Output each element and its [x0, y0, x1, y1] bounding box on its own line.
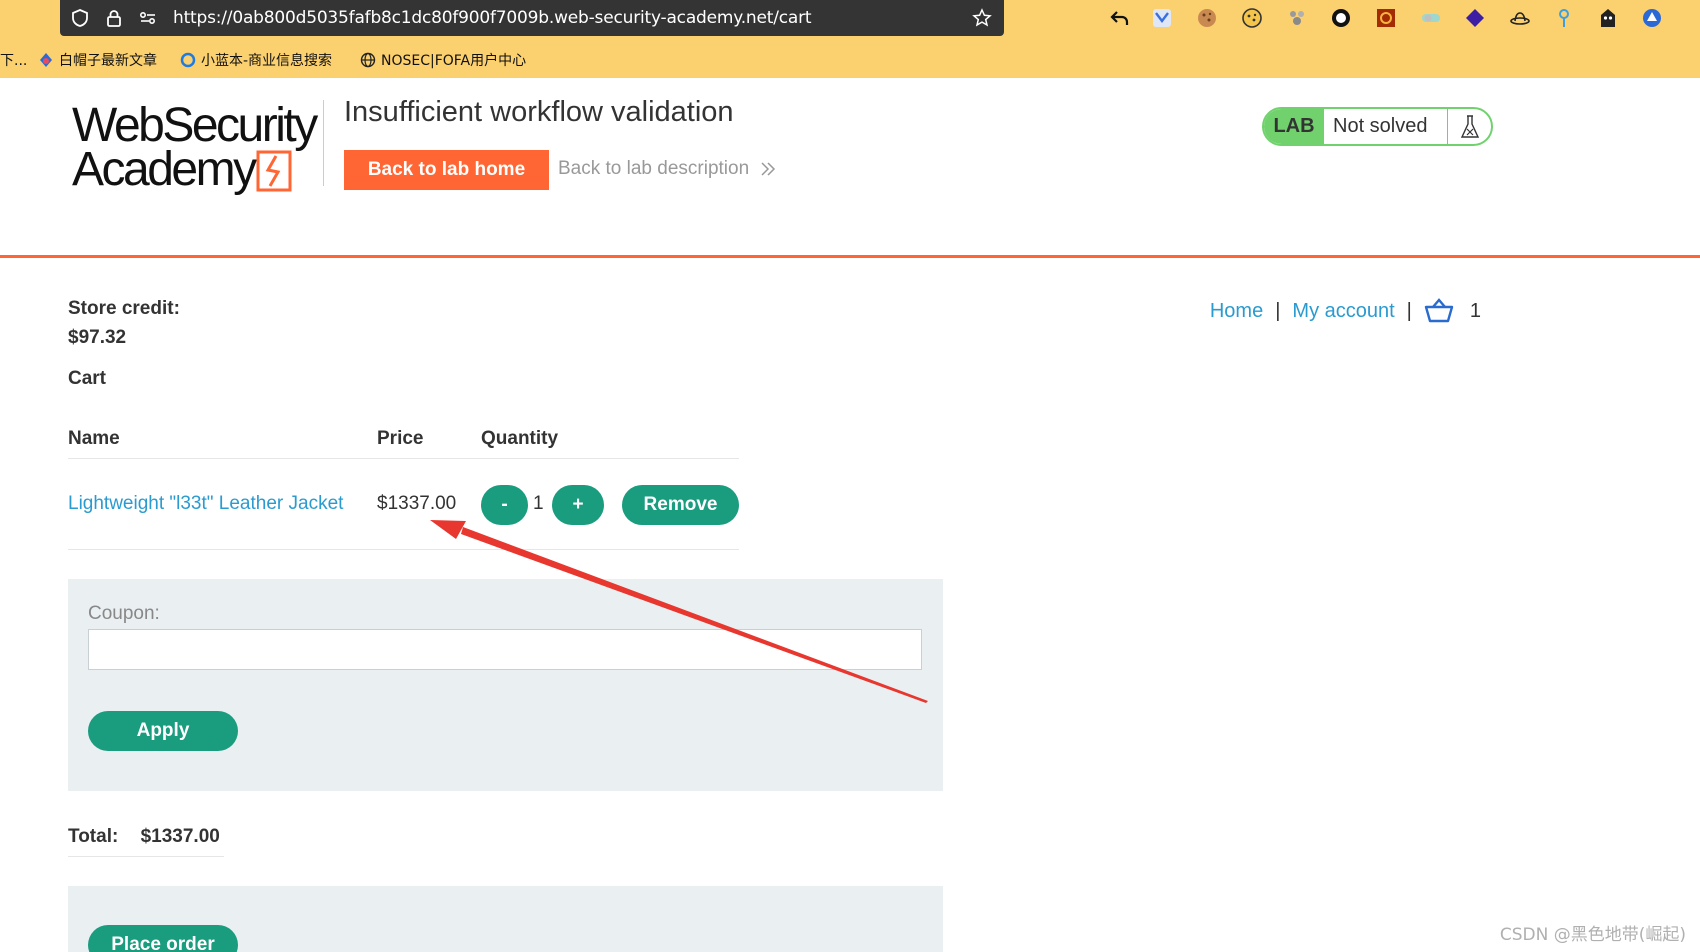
coupon-label: Coupon:: [88, 603, 160, 624]
circle-extension-icon[interactable]: [1329, 6, 1353, 30]
column-header-quantity: Quantity: [481, 428, 559, 449]
url-text[interactable]: https://0ab800d5035fafb8c1dc80f900f7009b…: [173, 8, 812, 28]
cart-count[interactable]: 1: [1470, 300, 1481, 323]
lock-icon[interactable]: [104, 8, 124, 28]
table-header-divider: [68, 458, 739, 459]
bookmark-label: 下...: [0, 53, 28, 69]
total-value: $1337.00: [140, 826, 220, 847]
account-extension-icon[interactable]: [1640, 6, 1664, 30]
order-total: Total: $1337.00: [68, 826, 220, 848]
nav-separator: |: [1406, 299, 1412, 322]
increment-quantity-button[interactable]: +: [552, 485, 604, 525]
lab-status-text: Not solved: [1324, 109, 1448, 144]
bookmark-label: NOSEC|FOFA用户中心: [381, 53, 527, 69]
column-header-name: Name: [68, 428, 120, 449]
lab-status-widget: LAB Not solved: [1262, 107, 1493, 146]
diamond-extension-icon[interactable]: [1463, 6, 1487, 30]
lab-title: Insufficient workflow validation: [344, 96, 734, 128]
back-to-lab-description-link[interactable]: Back to lab description: [558, 158, 777, 180]
extension-blue-icon[interactable]: [1150, 6, 1174, 30]
hacker-extension-icon[interactable]: [1596, 6, 1620, 30]
bookmark-star-icon[interactable]: [972, 8, 992, 28]
back-to-lab-home-button[interactable]: Back to lab home: [344, 150, 549, 190]
bookmark-item[interactable]: 白帽子最新文章: [38, 50, 157, 70]
browser-toolbar: https://0ab800d5035fafb8c1dc80f900f7009b…: [0, 0, 1700, 78]
globe-icon: [360, 52, 376, 68]
home-link[interactable]: Home: [1210, 300, 1263, 323]
product-price: $1337.00: [377, 493, 457, 514]
cart-basket-icon[interactable]: [1424, 298, 1454, 324]
remove-item-button[interactable]: Remove: [622, 485, 739, 525]
header-divider: [0, 255, 1700, 258]
place-order-button[interactable]: Place order: [88, 925, 238, 952]
table-row-divider: [68, 549, 739, 550]
search-favicon-icon: [180, 52, 196, 68]
permissions-icon[interactable]: [138, 8, 158, 28]
product-name-link[interactable]: Lightweight "l33t" Leather Jacket: [68, 493, 343, 515]
cart-heading: Cart: [68, 368, 107, 389]
top-nav: Home | My account | 1: [1210, 298, 1481, 324]
watermark: CSDN @黑色地带(崛起): [1499, 925, 1686, 945]
bookmark-label: 白帽子最新文章: [59, 53, 157, 69]
decrement-quantity-button[interactable]: -: [481, 485, 528, 525]
logo-separator: [323, 100, 324, 186]
coupon-panel: Coupon: Apply: [68, 579, 943, 791]
bookmark-item[interactable]: 小蓝本-商业信息搜索: [180, 50, 332, 70]
shield-icon[interactable]: [70, 8, 90, 28]
double-chevron-right-icon: [761, 162, 776, 176]
apply-coupon-button[interactable]: Apply: [88, 711, 238, 751]
pin-extension-icon[interactable]: [1552, 6, 1576, 30]
logo-mark-icon: [256, 150, 292, 192]
logo-line2: Academy: [72, 143, 257, 196]
column-header-price: Price: [377, 428, 424, 449]
back-to-lab-description-label: Back to lab description: [558, 158, 750, 179]
toggle-extension-icon[interactable]: [1419, 6, 1443, 30]
coupon-input[interactable]: [88, 629, 922, 670]
bookmark-item[interactable]: NOSEC|FOFA用户中心: [360, 50, 526, 70]
place-order-panel: Place order: [68, 886, 943, 952]
my-account-link[interactable]: My account: [1292, 300, 1394, 323]
store-credit-label: Store credit:: [68, 298, 180, 319]
nav-separator: |: [1275, 299, 1281, 322]
gear-extension-icon[interactable]: [1374, 6, 1398, 30]
flask-icon: [1448, 109, 1491, 144]
total-divider: [68, 856, 224, 857]
store-credit-value: $97.32: [68, 327, 127, 348]
product-quantity: 1: [533, 493, 544, 514]
lab-badge: LAB: [1264, 109, 1324, 144]
cookie-editor-icon[interactable]: [1240, 6, 1264, 30]
hat-extension-icon[interactable]: [1508, 6, 1532, 30]
cookie-icon[interactable]: [1195, 6, 1219, 30]
puzzle-extension-icon[interactable]: [1285, 6, 1309, 30]
web-security-academy-logo[interactable]: WebSecurity Academy: [70, 102, 320, 197]
bookmark-favicon-icon: [38, 52, 54, 68]
total-label: Total:: [68, 826, 119, 847]
address-bar[interactable]: https://0ab800d5035fafb8c1dc80f900f7009b…: [60, 0, 1004, 36]
bookmark-label: 小蓝本-商业信息搜索: [201, 53, 333, 69]
bookmark-item[interactable]: 下...: [0, 50, 27, 70]
back-arrow-icon[interactable]: [1108, 6, 1132, 30]
